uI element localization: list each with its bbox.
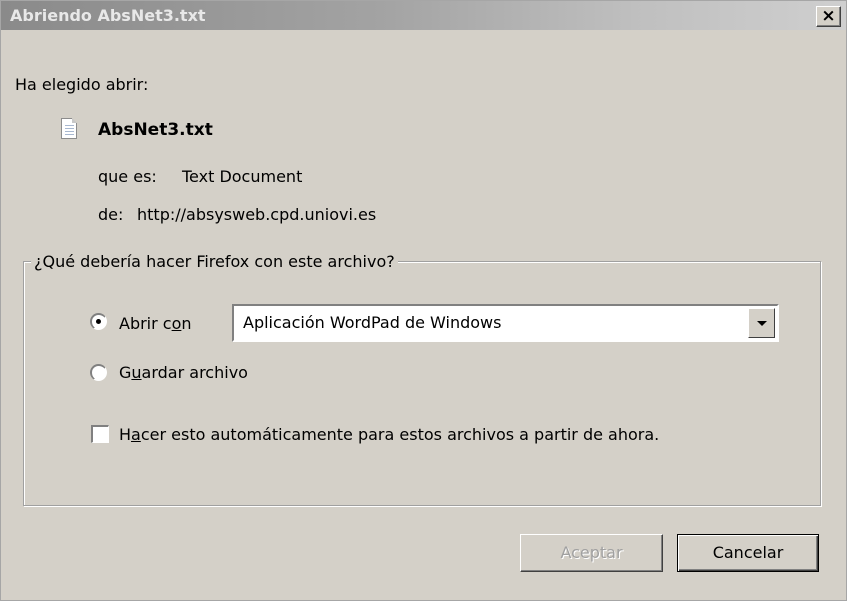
save-file-label[interactable]: Guardar archivo bbox=[119, 363, 248, 382]
file-source-value: http://absysweb.cpd.uniovi.es bbox=[137, 205, 377, 224]
text-file-icon bbox=[61, 118, 77, 139]
save-file-radio[interactable] bbox=[90, 364, 107, 381]
action-groupbox bbox=[23, 261, 821, 506]
chevron-down-icon bbox=[757, 321, 767, 326]
open-with-label[interactable]: Abrir con bbox=[119, 314, 192, 333]
file-name: AbsNet3.txt bbox=[98, 120, 213, 140]
action-group-legend: ¿Qué debería hacer Firefox con este arch… bbox=[31, 252, 398, 271]
radio-selected-dot bbox=[96, 319, 101, 324]
application-select-value: Aplicación WordPad de Windows bbox=[243, 313, 502, 332]
close-icon: × bbox=[821, 6, 836, 26]
intro-label: Ha elegido abrir: bbox=[15, 75, 149, 94]
file-source-label: de: bbox=[98, 205, 124, 224]
application-select-dropdown-button[interactable] bbox=[748, 308, 775, 338]
open-with-radio[interactable] bbox=[90, 313, 107, 330]
window-title: Abriendo AbsNet3.txt bbox=[10, 6, 206, 25]
application-select[interactable]: Aplicación WordPad de Windows bbox=[232, 304, 779, 342]
accept-button[interactable]: Aceptar bbox=[520, 534, 663, 572]
file-type-value: Text Document bbox=[182, 167, 303, 186]
dialog-window: Abriendo AbsNet3.txt × Ha elegido abrir:… bbox=[0, 0, 847, 601]
cancel-button[interactable]: Cancelar bbox=[677, 534, 819, 572]
title-bar[interactable]: Abriendo AbsNet3.txt × bbox=[1, 1, 846, 30]
close-button[interactable]: × bbox=[816, 6, 841, 27]
file-type-label: que es: bbox=[98, 167, 157, 186]
auto-action-checkbox[interactable] bbox=[91, 425, 109, 443]
auto-action-label[interactable]: Hacer esto automáticamente para estos ar… bbox=[119, 425, 659, 444]
